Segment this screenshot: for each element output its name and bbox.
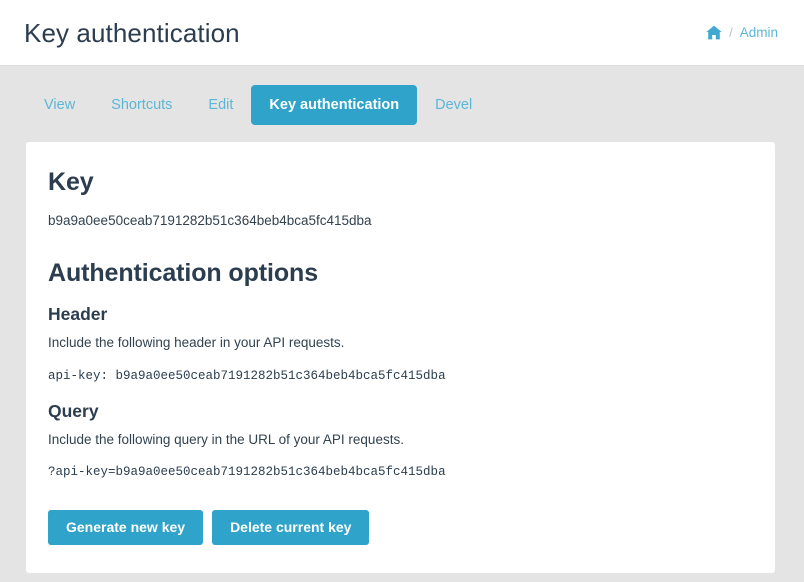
authentication-options-heading: Authentication options [48, 259, 318, 288]
header-option-heading: Header [48, 304, 108, 325]
header-option-code: api-key: b9a9a0ee50ceab7191282b51c364beb… [48, 368, 446, 383]
page-header: Key authentication / Admin [0, 0, 804, 66]
tab-key-authentication[interactable]: Key authentication [251, 85, 418, 125]
home-icon[interactable] [706, 25, 722, 41]
action-button-row: Generate new key Delete current key [48, 509, 753, 545]
breadcrumb-separator: / [729, 25, 733, 40]
query-option-description: Include the following query in the URL o… [48, 432, 404, 447]
tab-edit[interactable]: Edit [190, 86, 251, 124]
tab-shortcuts[interactable]: Shortcuts [93, 86, 190, 124]
delete-current-key-button[interactable]: Delete current key [212, 509, 370, 545]
breadcrumb: / Admin [706, 25, 778, 41]
tab-bar: View Shortcuts Edit Key authentication D… [26, 84, 778, 126]
tab-view[interactable]: View [26, 86, 93, 124]
generate-new-key-button[interactable]: Generate new key [48, 509, 204, 545]
query-option-heading: Query [48, 401, 99, 421]
tab-bar-container: View Shortcuts Edit Key authentication D… [0, 66, 804, 126]
content-card: Key b9a9a0ee50ceab7191282b51c364beb4bca5… [26, 142, 775, 573]
query-option-code: ?api-key=b9a9a0ee50ceab7191282b51c364beb… [48, 465, 446, 480]
breadcrumb-link-admin[interactable]: Admin [740, 25, 778, 40]
key-value: b9a9a0ee50ceab7191282b51c364beb4bca5fc41… [48, 213, 372, 228]
page-title: Key authentication [24, 17, 240, 48]
tab-devel[interactable]: Devel [417, 86, 490, 124]
header-option-description: Include the following header in your API… [48, 335, 345, 351]
key-heading: Key [48, 168, 94, 196]
